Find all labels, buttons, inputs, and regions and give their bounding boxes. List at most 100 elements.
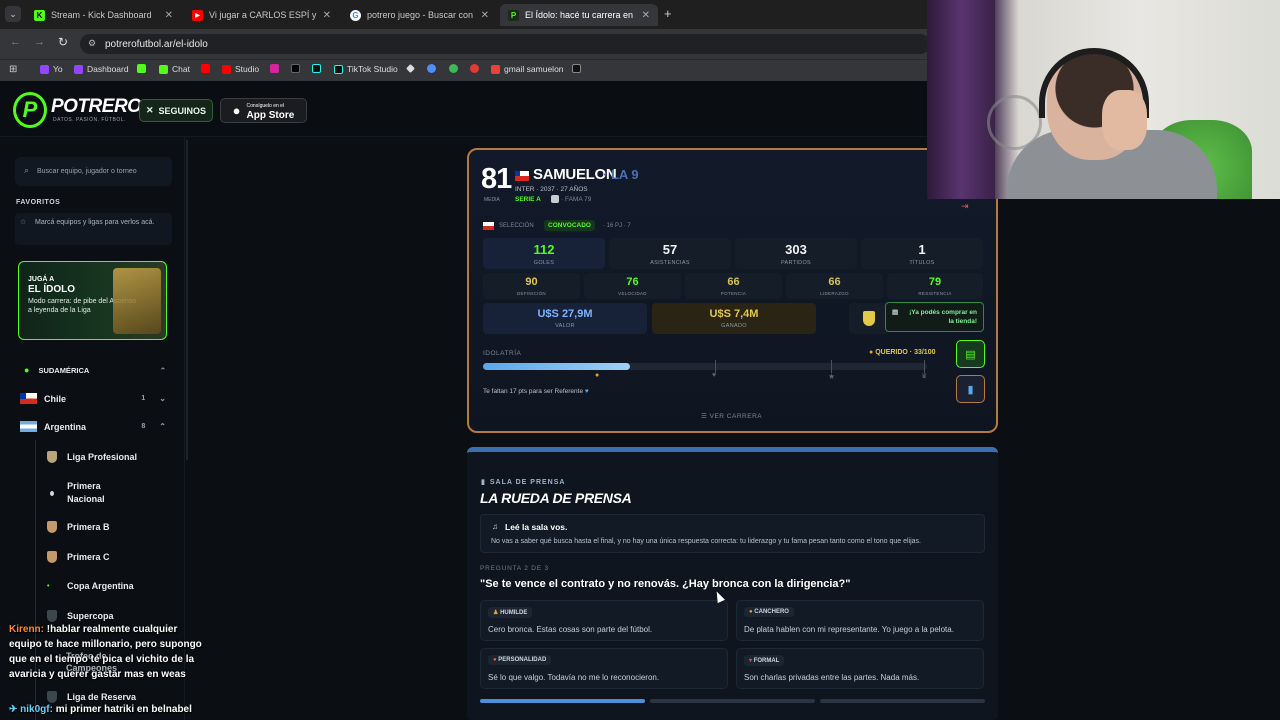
tab-el-idolo[interactable]: P El Ídolo: hacé tu carrera en la Li ✕ [500,4,658,26]
kick-icon [159,64,168,74]
new-tab-button[interactable]: + [664,6,672,21]
attr-definicion: 90 DEFINICIÓN [483,273,580,299]
club-crest-icon [863,311,875,326]
chile-flag-icon [515,171,529,181]
favorites-hint: ☆ Marcá equipos y ligas para verlos acá. [15,213,172,245]
bookmark-diamond[interactable] [406,64,415,73]
close-icon[interactable]: ✕ [165,10,173,21]
answer-humilde[interactable]: ♟ HUMILDE Cero bronca. Estas cosas son p… [480,600,728,641]
google-icon: G [350,9,361,21]
hand [1102,90,1147,150]
player-fame: · FAMA 79 [561,196,592,203]
press-info-box: ♫ Leé la sala vos. No vas a saber qué bu… [480,514,985,553]
idolatry-hint: Te faltan 17 pts para ser Referente ♥ [483,388,589,395]
bookmark-tiktok-studio[interactable]: TikTok Studio [334,64,398,74]
league-supercopa[interactable]: Supercopa [47,610,114,622]
forward-icon[interactable]: → [34,36,45,48]
player-role: · LA 9 [603,167,639,182]
apps-icon[interactable]: ⊞ [9,64,17,75]
logo-text: POTRERO [51,96,142,117]
heart-icon: ● [869,349,874,356]
search-icon: ⌕ [24,165,30,175]
league-primera-b[interactable]: Primera B [47,521,110,533]
league-dot-icon: • [47,582,50,590]
potrero-icon: P [508,9,519,21]
tab-kick-dashboard[interactable]: K Stream - Kick Dashboard ✕ [26,4,181,26]
youtube-icon: ▶ [192,9,203,21]
headphones-icon: ♫ [492,522,498,531]
country-chile[interactable]: Chile 1 ⌄ [20,393,166,404]
answer-canchero[interactable]: ● CANCHERO De plata hablen con mi repres… [736,600,984,641]
bookmark-gmail[interactable]: gmail samuelon [491,64,564,74]
bookmark-youtube[interactable] [201,64,210,73]
tab-google-search[interactable]: G potrero juego - Buscar con Goo ✕ [342,4,497,26]
region-sudamerica[interactable]: ● SUDAMÉRICA ⌃ [24,365,166,375]
argentina-flag-icon [20,421,37,432]
tiktok-icon [312,64,321,73]
player-rating: 81 [481,163,512,195]
site-info-icon[interactable]: ⚙ [88,38,96,49]
answer-formal[interactable]: ▾ FORMAL Son charlas privadas entre las … [736,648,984,689]
bookmark-gemini[interactable] [427,64,436,73]
search-input[interactable]: ⌕ Buscar equipo, jugador o torneo [15,157,172,186]
close-icon[interactable]: ✕ [481,10,489,21]
bookmark-chat[interactable]: Chat [159,64,190,74]
bookmark-nb[interactable] [572,64,581,73]
app-store-button[interactable]: ● Consíguelo en el App Store [220,98,307,123]
bookmark-green[interactable] [449,64,458,73]
country-argentina[interactable]: Argentina 8 ⌃ [20,421,166,432]
promo-title: EL ÍDOLO [28,284,76,295]
store-button[interactable]: ▤ [956,340,985,368]
league-dot-icon [50,490,55,496]
address-bar[interactable]: ⚙ potrerofutbol.ar/el-idolo [80,34,930,54]
follow-button[interactable]: ✕ SEGUINOS [139,99,213,122]
sidebar-scrollbar[interactable] [186,140,188,460]
press-title: LA RUEDA DE PRENSA [480,490,632,506]
youtube-icon [222,64,231,74]
player-card-image [113,268,161,334]
tiktok-icon [334,64,343,74]
el-idolo-promo[interactable]: JUGÁ A EL ÍDOLO Modo carrera: de pibe de… [18,261,167,340]
tab-youtube[interactable]: ▶ Vi jugar a CARLOS ESPÍ y descu ✕ [184,4,339,26]
bookmark-studio[interactable]: Studio [222,64,259,74]
logo-tagline: DATOS. PASIÓN. FÚTBOL. [53,117,126,123]
answer-personalidad[interactable]: ● PERSONALIDAD Sé lo que valgo. Todavía … [480,648,728,689]
back-icon[interactable]: ← [10,36,21,48]
youtube-icon [201,64,210,73]
attr-potencia: 66 POTENCIA [685,273,782,299]
instagram-icon [270,64,279,73]
reload-icon[interactable]: ↻ [58,35,68,49]
close-icon[interactable]: ✕ [323,10,331,21]
bookmark-tiktok[interactable] [312,64,321,73]
career-link[interactable]: ☰ VER CARRERA [701,412,762,420]
selection-status-badge: CONVOCADO [544,220,595,231]
bookmark-yo[interactable]: Yo [40,64,63,74]
question-text: "Se te vence el contrato y no renovás. ¿… [480,578,851,590]
tab-search-button[interactable]: ⌄ [5,6,21,22]
league-primera-c[interactable]: Primera C [47,551,110,563]
bookmark-instagram[interactable] [270,64,279,73]
mic-icon: ▮ [481,479,486,486]
attr-velocidad: 76 VELOCIDAD [584,273,681,299]
chevron-up-icon: ⌃ [159,365,166,375]
tab-title: Stream - Kick Dashboard [51,10,152,20]
answer-text: Sé lo que valgo. Todavía no me lo recono… [488,673,660,682]
league-liga-profesional[interactable]: Liga Profesional [47,451,137,463]
potrero-logo[interactable]: P POTRERO DATOS. PASIÓN. FÚTBOL. [13,92,142,130]
answer-tag: ▾ FORMAL [744,655,785,666]
kick-icon [137,64,146,73]
bookmark-red[interactable] [470,64,479,73]
press-info-title: Leé la sala vos. [505,522,568,532]
bookmark-kick[interactable] [137,64,146,73]
stat-titulos: 1 TÍTULOS [861,238,983,269]
store-icon: ▤ [892,309,899,316]
bookmark-x[interactable] [291,64,300,73]
league-primera-nacional[interactable]: Primera Nacional [47,480,127,506]
close-icon[interactable]: ✕ [642,10,650,21]
store-tooltip[interactable]: ▤ ¡Ya podés comprar en la tienda! [885,302,984,332]
bookmark-dashboard[interactable]: Dashboard [74,64,129,74]
shirt-button[interactable]: ▮ [956,375,985,403]
player-card: 81 MEDIA SAMUELON · LA 9 INTER · 2037 · … [467,148,998,433]
logout-icon[interactable]: ⇥ [961,201,969,212]
league-copa-argentina[interactable]: • Copa Argentina [47,581,134,591]
